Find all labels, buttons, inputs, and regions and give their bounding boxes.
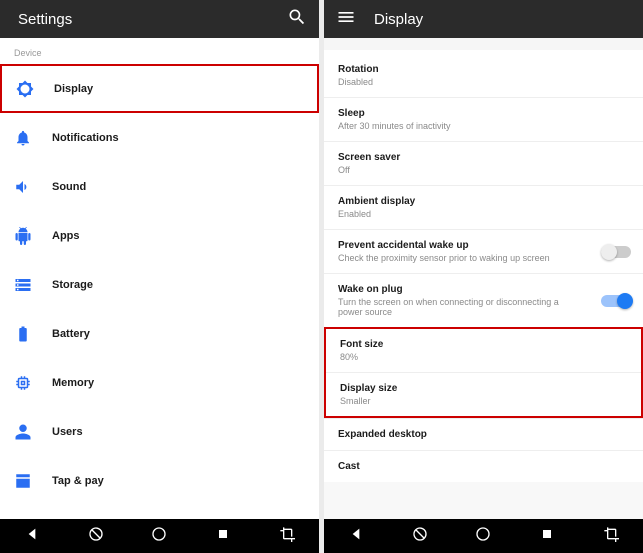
item-label: Users [52, 426, 83, 438]
option-title: Ambient display [338, 196, 629, 207]
sidebar-item-notifications[interactable]: Notifications [0, 113, 319, 162]
item-label: Memory [52, 377, 94, 389]
option-cast[interactable]: Cast [324, 450, 643, 482]
toggle-off[interactable] [601, 246, 631, 258]
recents-icon[interactable] [209, 520, 237, 553]
size-options-highlight: Font size 80% Display size Smaller [324, 327, 643, 418]
appbar-settings: Settings [0, 0, 319, 38]
brightness-icon [16, 80, 48, 98]
option-title: Rotation [338, 64, 629, 75]
block-icon[interactable] [406, 520, 434, 553]
search-icon[interactable] [287, 7, 307, 32]
toggle-on[interactable] [601, 295, 631, 307]
item-label: Notifications [52, 132, 119, 144]
option-font-size[interactable]: Font size 80% [326, 329, 641, 372]
bell-icon [14, 129, 46, 147]
sidebar-item-users[interactable]: Users [0, 407, 319, 456]
item-label: Apps [52, 230, 80, 242]
sidebar-item-sound[interactable]: Sound [0, 162, 319, 211]
navigation-bar [324, 519, 643, 553]
option-title: Display size [340, 383, 627, 394]
settings-list: Display Notifications Sound Apps Storage [0, 64, 319, 505]
option-sub: 80% [340, 352, 627, 362]
back-icon[interactable] [342, 520, 370, 553]
screenshot-icon[interactable] [273, 520, 301, 553]
option-prevent-accidental-wake[interactable]: Prevent accidental wake up Check the pro… [324, 229, 643, 273]
display-settings-screen: Display Rotation Disabled Sleep After 30… [324, 0, 643, 553]
option-rotation[interactable]: Rotation Disabled [324, 54, 643, 97]
option-title: Wake on plug [338, 284, 629, 295]
option-sub: Enabled [338, 209, 629, 219]
option-title: Screen saver [338, 152, 629, 163]
navigation-bar [0, 519, 319, 553]
settings-screen: Settings Device Display Notifications So… [0, 0, 319, 553]
page-title: Settings [18, 11, 72, 28]
option-sub: Check the proximity sensor prior to waki… [338, 253, 558, 263]
recents-icon[interactable] [533, 520, 561, 553]
android-icon [14, 227, 46, 245]
option-title: Prevent accidental wake up [338, 240, 629, 251]
option-sub: Off [338, 165, 629, 175]
option-sub: Smaller [340, 396, 627, 406]
item-label: Display [54, 83, 93, 95]
sidebar-item-apps[interactable]: Apps [0, 211, 319, 260]
option-sub: After 30 minutes of inactivity [338, 121, 629, 131]
item-label: Sound [52, 181, 86, 193]
memory-icon [14, 374, 46, 392]
option-display-size[interactable]: Display size Smaller [326, 372, 641, 416]
sidebar-item-battery[interactable]: Battery [0, 309, 319, 358]
sidebar-item-storage[interactable]: Storage [0, 260, 319, 309]
option-title: Sleep [338, 108, 629, 119]
home-icon[interactable] [145, 520, 173, 553]
item-label: Storage [52, 279, 93, 291]
option-title: Expanded desktop [338, 429, 629, 440]
user-icon [14, 423, 46, 441]
menu-icon[interactable] [336, 7, 356, 32]
page-title: Display [374, 11, 423, 28]
appbar-display: Display [324, 0, 643, 38]
option-sub: Turn the screen on when connecting or di… [338, 297, 568, 317]
home-icon[interactable] [469, 520, 497, 553]
section-label: Device [0, 38, 319, 64]
screenshot-icon[interactable] [597, 520, 625, 553]
battery-icon [14, 325, 46, 343]
back-icon[interactable] [18, 520, 46, 553]
sidebar-item-display[interactable]: Display [0, 64, 319, 113]
sidebar-item-memory[interactable]: Memory [0, 358, 319, 407]
option-screen-saver[interactable]: Screen saver Off [324, 141, 643, 185]
option-sub: Disabled [338, 77, 629, 87]
option-wake-on-plug[interactable]: Wake on plug Turn the screen on when con… [324, 273, 643, 327]
volume-icon [14, 178, 46, 196]
item-label: Battery [52, 328, 90, 340]
option-title: Cast [338, 461, 629, 472]
storage-icon [14, 276, 46, 294]
option-title: Font size [340, 339, 627, 350]
item-label: Tap & pay [52, 475, 104, 487]
option-expanded-desktop[interactable]: Expanded desktop [324, 418, 643, 450]
block-icon[interactable] [82, 520, 110, 553]
sidebar-item-tap-and-pay[interactable]: Tap & pay [0, 456, 319, 505]
display-options-list: Rotation Disabled Sleep After 30 minutes… [324, 50, 643, 482]
tap-icon [14, 472, 46, 490]
option-sleep[interactable]: Sleep After 30 minutes of inactivity [324, 97, 643, 141]
option-ambient-display[interactable]: Ambient display Enabled [324, 185, 643, 229]
